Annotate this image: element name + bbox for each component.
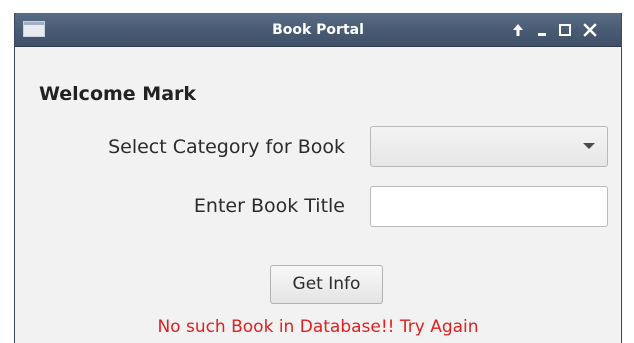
window-titlebar[interactable]: Book Portal (15, 13, 621, 47)
book-title-label: Enter Book Title (193, 195, 345, 217)
chevron-down-icon[interactable] (583, 143, 595, 149)
get-info-button[interactable]: Get Info (270, 265, 383, 304)
close-icon[interactable] (581, 20, 599, 40)
welcome-heading: Welcome Mark (39, 83, 197, 105)
book-title-input[interactable] (370, 186, 608, 227)
form-panel: Welcome Mark Select Category for Book En… (15, 47, 621, 343)
window-app-icon[interactable] (23, 21, 45, 37)
up-arrow-icon[interactable] (509, 20, 527, 40)
book-portal-window: Book Portal Welcome Mark Select Category… (14, 13, 622, 343)
category-select[interactable] (370, 126, 608, 167)
window-title: Book Portal (272, 22, 364, 38)
error-message: No such Book in Database!! Try Again (157, 317, 479, 337)
minimize-icon[interactable] (533, 20, 551, 40)
category-label: Select Category for Book (108, 136, 345, 158)
maximize-icon[interactable] (556, 20, 574, 40)
